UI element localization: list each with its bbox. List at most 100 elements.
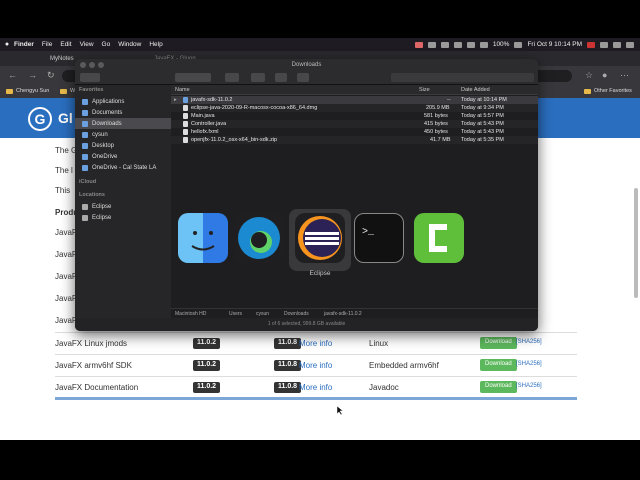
sidebar-item-applications[interactable]: Applications	[75, 96, 171, 107]
sidebar-item-onedrive[interactable]: OneDrive	[75, 151, 171, 162]
battery-percent[interactable]: 100%	[493, 41, 510, 48]
sidebar-item-eclipse-volume[interactable]: Eclipse	[75, 201, 171, 212]
menu-window[interactable]: Window	[118, 41, 141, 48]
sha256-link[interactable]: [SHA256]	[516, 383, 542, 389]
file-row[interactable]: Main.java 581 bytes Today at 5:57 PM	[171, 112, 538, 120]
file-icon	[183, 129, 188, 135]
group-button[interactable]	[225, 73, 239, 82]
apple-menu-icon[interactable]: ●	[0, 41, 14, 48]
path-segment[interactable]: Users	[229, 311, 242, 317]
gluon-logo[interactable]: G	[28, 107, 52, 131]
partial-row: JavaF	[55, 250, 77, 259]
path-segment[interactable]: cysun	[256, 311, 269, 317]
sidebar-item-documents[interactable]: Documents	[75, 107, 171, 118]
menu-go[interactable]: Go	[102, 41, 111, 48]
lock-icon[interactable]	[453, 41, 462, 48]
gear-icon[interactable]	[251, 73, 265, 82]
column-size[interactable]: Size	[419, 87, 430, 93]
back-forward-buttons[interactable]	[80, 73, 100, 82]
file-row[interactable]: Controller.java 415 bytes Today at 5:43 …	[171, 120, 538, 128]
menu-view[interactable]: View	[80, 41, 94, 48]
bluetooth-icon[interactable]	[466, 41, 475, 48]
sidebar-item-desktop[interactable]: Desktop	[75, 140, 171, 151]
more-info-link[interactable]: More info	[299, 361, 332, 370]
clock[interactable]: Fri Oct 9 10:14 PM	[527, 41, 582, 48]
finder-search-field[interactable]	[391, 73, 534, 82]
version-badge: 11.0.8	[274, 360, 302, 371]
file-row[interactable]: eclipse-java-2020-09-R-macosx-cocoa-x86_…	[171, 104, 538, 112]
tab-mynotes[interactable]: MyNotes	[46, 53, 78, 65]
forward-icon[interactable]: →	[28, 70, 37, 80]
menu-help[interactable]: Help	[149, 41, 162, 48]
terminal-app-icon[interactable]: >_	[354, 213, 404, 263]
intro-line: The G	[55, 146, 78, 155]
download-button[interactable]: Download	[480, 381, 517, 393]
reload-icon[interactable]: ↻	[47, 70, 55, 81]
camtasia-app-icon[interactable]	[414, 213, 464, 263]
file-row[interactable]: hellofx.fxml 450 bytes Today at 5:43 PM	[171, 128, 538, 136]
minimize-icon[interactable]	[89, 62, 95, 68]
disk-icon	[82, 214, 88, 221]
search-icon[interactable]	[600, 41, 608, 48]
battery-icon[interactable]	[514, 41, 523, 48]
edge-app-icon[interactable]	[234, 213, 284, 263]
more-info-link[interactable]: More info	[299, 339, 332, 348]
file-icon	[183, 113, 188, 119]
disclosure-triangle-icon[interactable]: ▸	[174, 97, 177, 103]
menu-edit[interactable]: Edit	[60, 41, 71, 48]
version-badge: 11.0.2	[193, 338, 221, 349]
page-scrollbar[interactable]	[634, 188, 638, 298]
favorites-icon[interactable]: ☆	[585, 70, 593, 81]
sidebar-item-eclipse-volume[interactable]: Eclipse	[75, 212, 171, 223]
more-menu-icon[interactable]: ⋯	[620, 70, 629, 81]
file-row[interactable]: openjfx-11.0.2_osx-x64_bin-sdk.zip 41.7 …	[171, 136, 538, 144]
bookmark-other-favorites[interactable]: Other Favorites	[584, 88, 632, 94]
share-icon[interactable]	[275, 73, 287, 82]
path-segment[interactable]: Downloads	[284, 311, 309, 317]
menu-file[interactable]: File	[42, 41, 52, 48]
wifi-icon[interactable]	[479, 41, 488, 48]
finder-app-icon[interactable]	[178, 213, 228, 263]
column-date[interactable]: Date Added	[461, 87, 490, 93]
cloud-icon[interactable]	[427, 41, 436, 48]
download-button[interactable]: Download	[480, 337, 517, 349]
folder-icon	[60, 88, 67, 94]
home-icon	[82, 131, 88, 138]
table-bottom-rule	[55, 397, 577, 400]
sidebar-item-onedrive-calstate[interactable]: OneDrive - Cal State LA	[75, 162, 171, 173]
zoom-icon[interactable]	[98, 62, 104, 68]
bookmark-w[interactable]: W	[60, 88, 75, 94]
flag-icon[interactable]	[587, 41, 595, 48]
site-name[interactable]: Gl	[58, 110, 73, 126]
back-icon[interactable]: ←	[8, 70, 17, 80]
file-icon	[183, 105, 188, 111]
column-name[interactable]: Name	[175, 87, 190, 93]
eclipse-app-icon[interactable]	[295, 213, 345, 263]
status-bar: 1 of 6 selected, 999.8 GB available	[75, 318, 538, 331]
sidebar-item-cysun[interactable]: cysun	[75, 129, 171, 140]
bookmark-chengyu[interactable]: Chengyu Sun	[6, 88, 49, 94]
path-bar: Macintosh HD Users cysun Downloads javaf…	[171, 308, 538, 318]
file-row[interactable]: ▸ javafx-sdk-11.0.2 -- Today at 10:14 PM	[171, 96, 538, 104]
menu-finder[interactable]: Finder	[14, 41, 34, 48]
view-mode-buttons[interactable]	[175, 73, 211, 82]
download-button[interactable]: Download	[480, 359, 517, 371]
version-badge: 11.0.8	[274, 382, 302, 393]
more-info-link[interactable]: More info	[299, 383, 332, 392]
record-icon[interactable]	[414, 41, 423, 48]
control-center-icon[interactable]	[613, 41, 621, 48]
path-segment[interactable]: javafx-sdk-11.0.2	[324, 311, 362, 317]
display-icon[interactable]	[440, 41, 449, 48]
sha256-link[interactable]: [SHA256]	[516, 339, 542, 345]
table-row: JavaFX armv6hf SDK 11.0.2 11.0.8 More in…	[55, 354, 577, 376]
tag-icon[interactable]	[297, 73, 309, 82]
close-icon[interactable]	[80, 62, 86, 68]
sha256-link[interactable]: [SHA256]	[516, 361, 542, 367]
folder-icon	[82, 153, 88, 160]
sidebar-heading-icloud: iCloud	[79, 179, 97, 185]
sidebar-item-downloads[interactable]: Downloads	[75, 118, 171, 129]
profile-avatar[interactable]: ●	[602, 70, 607, 80]
list-icon[interactable]	[626, 41, 634, 48]
intro-line: This	[55, 186, 71, 195]
path-segment[interactable]: Macintosh HD	[175, 311, 206, 317]
